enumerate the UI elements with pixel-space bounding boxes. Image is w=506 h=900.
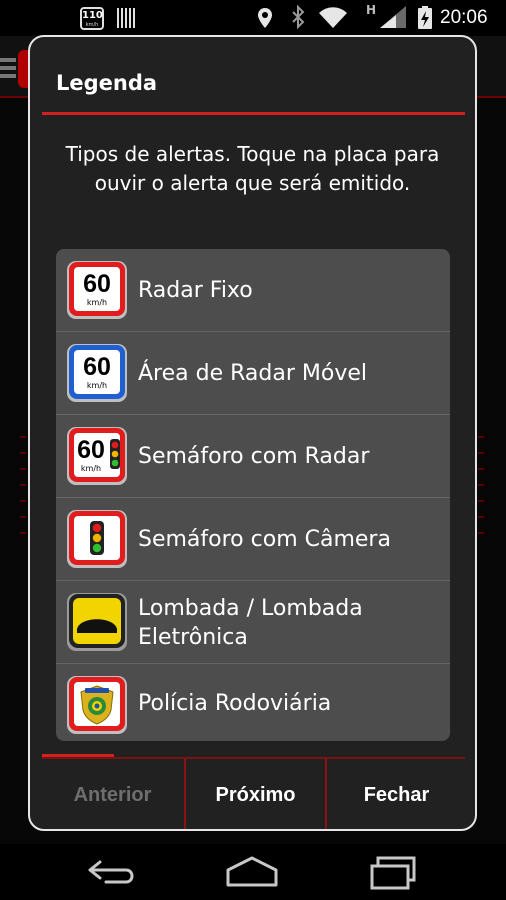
traffic-light-radar-sign-icon[interactable]: 60 km/h <box>66 425 128 487</box>
list-item-label: Semáforo com Câmera <box>138 527 391 552</box>
list-item-label: Radar Fixo <box>138 278 253 303</box>
wifi-icon <box>319 7 347 28</box>
background-decoration-right <box>478 436 484 536</box>
mobile-radar-sign-icon[interactable]: 60 km/h <box>66 342 128 404</box>
sign-value: 60 <box>77 436 105 464</box>
list-item-label: Semáforo com Radar <box>138 444 370 469</box>
fixed-radar-sign-icon[interactable]: 60 km/h <box>66 259 128 321</box>
legend-dialog: Legenda Tipos de alertas. Toque na placa… <box>28 35 477 831</box>
title-divider <box>42 112 465 115</box>
list-item-label: Lombada / Lombada Eletrônica <box>138 595 363 650</box>
network-type-label: H <box>366 3 377 17</box>
home-icon[interactable] <box>222 852 282 892</box>
list-item-highway-police[interactable]: Polícia Rodoviária <box>56 664 450 741</box>
sign-unit: km/h <box>87 381 107 390</box>
next-button[interactable]: Próximo <box>184 759 325 829</box>
back-icon[interactable] <box>82 852 142 892</box>
close-button[interactable]: Fechar <box>325 759 466 829</box>
signal-icon <box>380 6 406 28</box>
list-item-traffic-light-radar[interactable]: 60 km/h Semáforo com Radar <box>56 415 450 498</box>
list-item-speed-bump[interactable]: Lombada / Lombada Eletrônica <box>56 581 450 664</box>
status-bar: 110 km/h H 20:06 <box>0 0 506 36</box>
dialog-message: Tipos de alertas. Toque na placa para ou… <box>65 142 440 195</box>
sign-value: 60 <box>83 353 111 381</box>
previous-button[interactable]: Anterior <box>42 759 183 829</box>
list-item-traffic-light-camera[interactable]: Semáforo com Câmera <box>56 498 450 581</box>
background-decoration-left <box>20 436 26 536</box>
speed-limit-icon: 110 km/h <box>80 7 104 30</box>
list-item-fixed-radar[interactable]: 60 km/h Radar Fixo <box>56 249 450 332</box>
clock: 20:06 <box>440 7 488 28</box>
highway-police-badge-icon[interactable] <box>66 674 128 736</box>
traffic-light-camera-sign-icon[interactable] <box>66 508 128 570</box>
sign-value: 60 <box>83 270 111 298</box>
battery-charging-icon <box>418 6 432 29</box>
barcode-icon <box>117 8 135 28</box>
location-icon <box>258 8 272 28</box>
bluetooth-icon <box>292 4 305 30</box>
list-item-label: Área de Radar Móvel <box>138 361 367 386</box>
recent-apps-icon[interactable] <box>364 852 424 892</box>
speed-badge-value: 110 <box>82 10 103 21</box>
list-item-mobile-radar[interactable]: 60 km/h Área de Radar Móvel <box>56 332 450 415</box>
speed-badge-unit: km/h <box>85 22 99 28</box>
sign-unit: km/h <box>87 298 107 307</box>
list-item-label: Polícia Rodoviária <box>138 690 332 716</box>
sign-unit: km/h <box>81 464 101 473</box>
alert-types-list: 60 km/h Radar Fixo 60 km/h Área de Radar… <box>56 249 450 741</box>
dialog-title: Legenda <box>56 71 158 95</box>
menu-icon <box>0 58 16 80</box>
speed-bump-sign-icon[interactable] <box>66 591 128 653</box>
navigation-bar <box>0 844 506 900</box>
